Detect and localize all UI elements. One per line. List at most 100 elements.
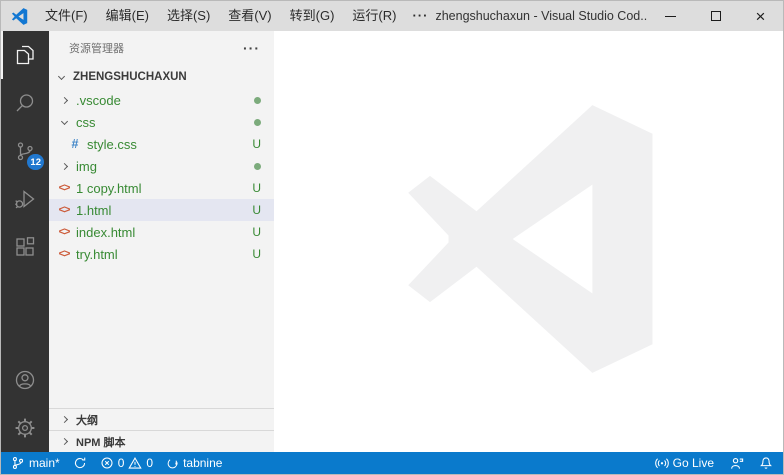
status-bar-right: Go Live — [640, 456, 773, 471]
tree-item-1-copy-html[interactable]: <> 1 copy.html U — [49, 177, 274, 199]
git-untracked-badge: U — [252, 203, 261, 217]
git-untracked-dot-badge — [254, 162, 261, 170]
menu-edit[interactable]: 编辑(E) — [97, 1, 158, 31]
activity-settings-button[interactable] — [1, 404, 49, 452]
chevron-right-icon — [60, 437, 68, 446]
tree-item-vscode-folder[interactable]: .vscode — [49, 89, 274, 111]
css-file-icon: # — [71, 136, 79, 151]
tabnine-status[interactable]: tabnine — [166, 456, 222, 470]
sidebar-header: 资源管理器 ··· — [49, 31, 274, 65]
menu-overflow-ellipsis[interactable]: ··· — [405, 1, 435, 31]
activity-extensions-button[interactable] — [1, 223, 49, 271]
activity-bar-spacer — [1, 271, 49, 356]
root-folder-label: ZHENGSHUCHAXUN — [73, 71, 187, 83]
activity-bar: 12 — [1, 31, 49, 452]
git-branch-icon — [12, 457, 24, 469]
sidebar-title: 资源管理器 — [69, 43, 124, 55]
git-untracked-badge: U — [252, 181, 261, 195]
tree-root-folder[interactable]: ZHENGSHUCHAXUN — [49, 65, 274, 89]
titlebar: 文件(F) 编辑(E) 选择(S) 查看(V) 转到(G) 运行(R) ··· … — [1, 1, 783, 31]
git-untracked-dot-badge — [254, 96, 261, 104]
maximize-button[interactable] — [693, 1, 738, 31]
file-label: try.html — [76, 246, 118, 262]
html-file-icon: <> — [58, 247, 71, 260]
extensions-icon — [16, 237, 35, 256]
html-file-icon: <> — [58, 203, 71, 216]
html-file-icon: <> — [58, 181, 71, 194]
problems-status[interactable]: 0 0 — [100, 456, 153, 470]
branch-name: main* — [29, 456, 60, 470]
chevron-down-icon — [57, 72, 65, 80]
menu-file[interactable]: 文件(F) — [36, 1, 97, 31]
go-live-label: Go Live — [672, 456, 714, 470]
activity-run-debug-button[interactable] — [1, 175, 49, 223]
activity-account-button[interactable] — [1, 356, 49, 404]
tree-item-img-folder[interactable]: img — [49, 155, 274, 177]
broadcast-icon — [654, 458, 669, 469]
sidebar-more-actions-button[interactable]: ··· — [243, 41, 260, 55]
person-feedback-icon — [731, 457, 744, 469]
account-icon — [15, 370, 35, 390]
files-icon — [16, 45, 34, 65]
chevron-right-icon — [60, 162, 68, 170]
window-controls: × — [648, 1, 783, 31]
minimize-button[interactable] — [648, 1, 693, 31]
tree-item-1-html[interactable]: <> 1.html U — [49, 199, 274, 221]
menu-selection[interactable]: 选择(S) — [158, 1, 219, 31]
search-icon — [16, 94, 34, 112]
git-untracked-badge: U — [252, 137, 261, 151]
activity-explorer-button[interactable] — [1, 31, 49, 79]
file-tree: .vscode css # style.css U img <> 1 copy.… — [49, 89, 274, 265]
vscode-logo-icon — [11, 7, 28, 25]
npm-scripts-section-header[interactable]: NPM 脚本 — [49, 430, 274, 452]
git-untracked-badge: U — [252, 247, 261, 261]
chevron-right-icon — [60, 96, 68, 104]
tree-item-css-folder[interactable]: css — [49, 111, 274, 133]
git-untracked-dot-badge — [254, 118, 261, 126]
run-debug-icon — [15, 190, 35, 209]
folder-label: .vscode — [76, 92, 121, 108]
sidebar-bottom-sections: 大纲 NPM 脚本 — [49, 408, 274, 452]
go-live-button[interactable]: Go Live — [654, 456, 714, 470]
menu-view[interactable]: 查看(V) — [219, 1, 280, 31]
gear-icon — [15, 418, 35, 438]
menu-goto[interactable]: 转到(G) — [281, 1, 344, 31]
source-control-badge: 12 — [27, 154, 44, 170]
folder-label: img — [76, 158, 97, 174]
chevron-right-icon — [60, 415, 68, 424]
warning-count: 0 — [146, 456, 154, 470]
bell-icon — [759, 457, 773, 469]
vscode-window: 文件(F) 编辑(E) 选择(S) 查看(V) 转到(G) 运行(R) ··· … — [0, 0, 784, 475]
vscode-watermark-logo — [393, 101, 665, 382]
file-label: style.css — [87, 136, 137, 152]
explorer-sidebar: 资源管理器 ··· ZHENGSHUCHAXUN .vscode css # s… — [49, 31, 274, 452]
sync-changes-button[interactable] — [73, 456, 87, 470]
close-button[interactable]: × — [738, 1, 783, 31]
outline-section-header[interactable]: 大纲 — [49, 408, 274, 430]
minimize-icon — [665, 15, 676, 17]
git-untracked-badge: U — [252, 225, 261, 239]
tree-item-try-html[interactable]: <> try.html U — [49, 243, 274, 265]
html-file-icon: <> — [58, 225, 71, 238]
file-label: index.html — [76, 224, 136, 240]
tree-item-index-html[interactable]: <> index.html U — [49, 221, 274, 243]
outline-section-label: 大纲 — [76, 414, 98, 427]
tree-item-style-css[interactable]: # style.css U — [49, 133, 274, 155]
feedback-button[interactable] — [729, 456, 744, 471]
notifications-button[interactable] — [759, 456, 773, 470]
warning-icon — [128, 457, 143, 469]
folder-label: css — [76, 114, 96, 130]
error-icon — [101, 457, 113, 469]
git-branch-status[interactable]: main* — [11, 456, 60, 470]
file-label: 1 copy.html — [76, 180, 142, 196]
activity-source-control-button[interactable]: 12 — [1, 127, 49, 175]
activity-search-button[interactable] — [1, 79, 49, 127]
status-bar: main* 0 0 tabnine Go Live — [1, 452, 783, 474]
window-title: zhengshuchaxun - Visual Studio Cod... — [435, 9, 648, 23]
sync-icon — [74, 457, 85, 469]
chevron-down-icon — [60, 117, 68, 125]
tabnine-label: tabnine — [183, 456, 223, 470]
menu-bar: 文件(F) 编辑(E) 选择(S) 查看(V) 转到(G) 运行(R) ··· — [36, 1, 435, 31]
menu-run[interactable]: 运行(R) — [343, 1, 405, 31]
main-area: 12 资源管理器 ··· ZHENGSHUCHAXUN .vscode css … — [1, 31, 783, 452]
